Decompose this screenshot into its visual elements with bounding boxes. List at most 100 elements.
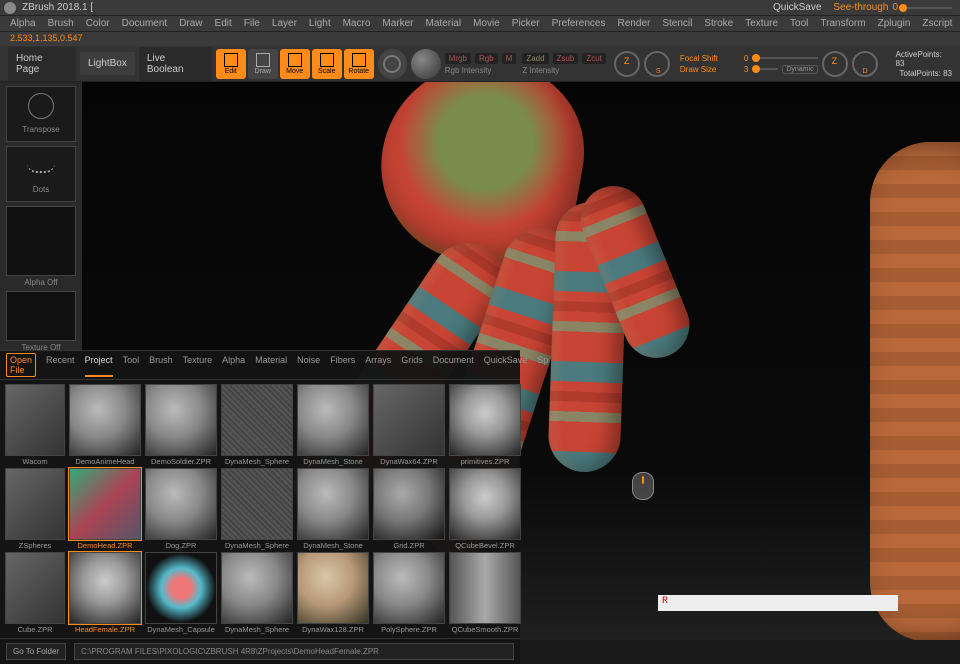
dynamic-toggle[interactable]: Dynamic <box>782 65 817 74</box>
transpose-widget[interactable]: Transpose <box>6 86 76 142</box>
lightbox-item[interactable]: PolySphere.ZPR <box>372 552 446 634</box>
lightbox-thumbnail[interactable] <box>69 384 141 456</box>
lightbox-item[interactable]: DynaWax64.ZPR <box>372 384 446 466</box>
menu-color[interactable]: Color <box>86 18 110 29</box>
z-dial-icon[interactable] <box>614 51 640 77</box>
lightbox-thumbnail[interactable] <box>69 552 141 624</box>
lightbox-item[interactable]: HeadFemale.ZPR <box>68 552 142 634</box>
dots-widget[interactable]: Dots <box>6 146 76 202</box>
scale-mode-button[interactable]: Scale <box>312 49 342 79</box>
menu-movie[interactable]: Movie <box>473 18 500 29</box>
lightbox-tab-alpha[interactable]: Alpha <box>222 353 245 377</box>
lightbox-tab-grids[interactable]: Grids <box>401 353 423 377</box>
lightbox-item[interactable]: DynaMesh_Sphere <box>220 468 294 550</box>
lightbox-thumbnail[interactable] <box>145 384 217 456</box>
menu-edit[interactable]: Edit <box>215 18 232 29</box>
menu-layer[interactable]: Layer <box>272 18 297 29</box>
menu-brush[interactable]: Brush <box>48 18 74 29</box>
texture-slot[interactable] <box>6 291 76 341</box>
lightbox-tab-recent[interactable]: Recent <box>46 353 75 377</box>
lightbox-tab-material[interactable]: Material <box>255 353 287 377</box>
lightbox-thumbnail[interactable] <box>297 468 369 540</box>
lightbox-thumbnail[interactable] <box>145 552 217 624</box>
d-dial-icon[interactable] <box>852 51 878 77</box>
menu-light[interactable]: Light <box>309 18 331 29</box>
lightbox-thumbnail[interactable] <box>449 468 521 540</box>
lightbox-tab-open-file[interactable]: Open File <box>6 353 36 377</box>
menu-stroke[interactable]: Stroke <box>704 18 733 29</box>
lightbox-item[interactable]: QCubeSmooth.ZPR <box>448 552 522 634</box>
lightbox-thumbnail[interactable] <box>221 384 293 456</box>
menu-macro[interactable]: Macro <box>343 18 371 29</box>
rotate-mode-button[interactable]: Rotate <box>344 49 374 79</box>
menu-marker[interactable]: Marker <box>382 18 413 29</box>
menu-material[interactable]: Material <box>426 18 462 29</box>
lightbox-item[interactable]: DynaMesh_Capsule <box>144 552 218 634</box>
lightbox-tab-sp[interactable]: Sp <box>537 353 548 377</box>
menu-picker[interactable]: Picker <box>512 18 540 29</box>
lightbox-item[interactable]: Dog.ZPR <box>144 468 218 550</box>
move-mode-button[interactable]: Move <box>280 49 310 79</box>
lightbox-tab-quicksave[interactable]: QuickSave <box>484 353 528 377</box>
lightbox-tab-document[interactable]: Document <box>433 353 474 377</box>
rgb-button[interactable]: Rgb <box>475 53 498 64</box>
alpha-slot[interactable] <box>6 206 76 276</box>
lightbox-item[interactable]: Grid.ZPR <box>372 468 446 550</box>
menu-preferences[interactable]: Preferences <box>552 18 606 29</box>
lightbox-item[interactable]: primitives.ZPR <box>448 384 522 466</box>
lightbox-thumbnail[interactable] <box>5 384 65 456</box>
lightbox-tab-fibers[interactable]: Fibers <box>330 353 355 377</box>
lightbox-item[interactable]: DynaMesh_Sphere <box>220 384 294 466</box>
go-to-folder-button[interactable]: Go To Folder <box>6 643 66 660</box>
zcut-button[interactable]: Zcut <box>582 53 606 64</box>
lightbox-item[interactable]: DynaMesh_Stone <box>296 468 370 550</box>
lightbox-item[interactable]: Cube.ZPR <box>4 552 66 634</box>
lightbox-path[interactable]: C:\PROGRAM FILES\PIXOLOGIC\ZBRUSH 4R8\ZP… <box>74 643 514 660</box>
lightbox-tab-brush[interactable]: Brush <box>149 353 173 377</box>
lightbox-thumbnail[interactable] <box>5 468 65 540</box>
home-page-button[interactable]: Home Page <box>8 47 76 81</box>
menu-tool[interactable]: Tool <box>790 18 808 29</box>
lightbox-thumbnail[interactable] <box>5 552 65 624</box>
lightbox-thumbnail[interactable] <box>221 468 293 540</box>
sphere-preview-icon[interactable] <box>411 49 441 79</box>
lightbox-button[interactable]: LightBox <box>80 52 135 75</box>
menu-stencil[interactable]: Stencil <box>662 18 692 29</box>
lightbox-thumbnail[interactable] <box>373 384 445 456</box>
lightbox-thumbnail[interactable] <box>69 468 141 540</box>
lightbox-item[interactable]: QCubeBevel.ZPR <box>448 468 522 550</box>
s-dial-icon[interactable] <box>644 51 670 77</box>
lightbox-tab-tool[interactable]: Tool <box>123 353 140 377</box>
focal-shift-slider[interactable] <box>752 57 817 59</box>
menu-texture[interactable]: Texture <box>745 18 778 29</box>
draw-mode-button[interactable]: Draw <box>248 49 278 79</box>
lightbox-thumbnail[interactable] <box>297 384 369 456</box>
lightbox-thumbnail[interactable] <box>373 552 445 624</box>
command-input[interactable]: R <box>658 595 898 611</box>
lightbox-thumbnail[interactable] <box>449 384 521 456</box>
menu-render[interactable]: Render <box>618 18 651 29</box>
menu-file[interactable]: File <box>244 18 260 29</box>
lightbox-thumbnail[interactable] <box>449 552 521 624</box>
lightbox-item[interactable]: DemoHead.ZPR <box>68 468 142 550</box>
menu-zscript[interactable]: Zscript <box>922 18 952 29</box>
lightbox-item[interactable]: DynaWax128.ZPR <box>296 552 370 634</box>
lightbox-tab-project[interactable]: Project <box>85 353 113 377</box>
menu-transform[interactable]: Transform <box>820 18 865 29</box>
lightbox-thumbnail[interactable] <box>145 468 217 540</box>
zsub-button[interactable]: Zsub <box>553 53 579 64</box>
lightbox-thumbnail[interactable] <box>373 468 445 540</box>
lightbox-thumbnail[interactable] <box>297 552 369 624</box>
lightbox-item[interactable]: DynaMesh_Sphere <box>220 552 294 634</box>
zadd-button[interactable]: Zadd <box>522 53 548 64</box>
see-through-slider[interactable] <box>902 7 952 9</box>
menu-draw[interactable]: Draw <box>179 18 202 29</box>
lightbox-tab-texture[interactable]: Texture <box>183 353 213 377</box>
mrgb-button[interactable]: Mrgb <box>445 53 471 64</box>
draw-size-slider[interactable] <box>752 68 778 70</box>
lightbox-item[interactable]: DemoSoldier.ZPR <box>144 384 218 466</box>
z-dial-2-icon[interactable] <box>822 51 848 77</box>
live-boolean-button[interactable]: Live Boolean <box>139 47 212 81</box>
lightbox-item[interactable]: Wacom <box>4 384 66 466</box>
lightbox-tab-arrays[interactable]: Arrays <box>365 353 391 377</box>
